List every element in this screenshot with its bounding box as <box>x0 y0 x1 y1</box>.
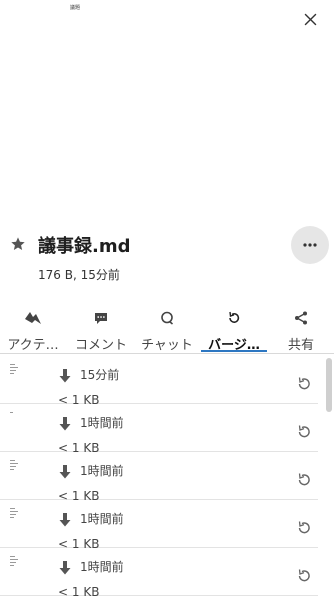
star-icon[interactable] <box>10 236 26 252</box>
tab-sharing[interactable]: 共有 <box>270 302 332 354</box>
list-item[interactable]: 1時間前 < 1 KB <box>0 404 318 455</box>
version-thumbnail <box>10 508 20 528</box>
version-time: 1時間前 <box>80 464 124 478</box>
restore-icon[interactable] <box>296 520 312 536</box>
version-size: < 1 KB <box>58 585 100 599</box>
sidebar-tabs: アクテ… コメント チャット バージ… 共有 <box>0 302 334 354</box>
restore-icon[interactable] <box>296 568 312 584</box>
more-options-button[interactable] <box>291 226 329 264</box>
version-thumbnail <box>10 556 20 576</box>
download-icon[interactable] <box>58 416 72 432</box>
download-icon[interactable] <box>58 464 72 480</box>
tab-label: アクテ… <box>7 338 59 353</box>
share-icon <box>295 311 307 325</box>
tab-chat[interactable]: チャット <box>136 302 198 354</box>
version-time: 1時間前 <box>80 560 124 574</box>
close-button[interactable] <box>298 8 322 30</box>
version-time: 15分前 <box>80 368 120 382</box>
restore-icon[interactable] <box>296 424 312 440</box>
active-tab-indicator <box>201 350 267 352</box>
version-thumbnail <box>10 460 20 480</box>
version-thumbnail <box>10 412 20 432</box>
tab-label: チャット <box>141 338 193 353</box>
file-preview: 議題 <box>0 0 334 222</box>
list-item[interactable]: 1時間前 < 1 KB <box>0 452 318 503</box>
file-meta: 176 B, 15分前 <box>38 268 120 282</box>
download-icon[interactable] <box>58 368 72 384</box>
version-thumbnail <box>10 364 20 384</box>
tab-label: 共有 <box>287 338 314 353</box>
list-item[interactable]: 1時間前 < 1 KB <box>0 500 318 551</box>
download-icon[interactable] <box>58 560 72 576</box>
file-header: 議事録.md 176 B, 15分前 <box>0 222 334 292</box>
tab-versions[interactable]: バージ… <box>201 302 267 354</box>
comment-icon <box>95 312 107 324</box>
preview-title: 議題 <box>70 5 81 11</box>
list-item[interactable]: 15分前 < 1 KB <box>0 356 318 407</box>
version-time: 1時間前 <box>80 512 124 526</box>
version-list: 15分前 < 1 KB 1時間前 < 1 KB 1時間前 < 1 KB 1時間前… <box>0 356 334 609</box>
history-icon <box>229 311 240 323</box>
tab-label: コメント <box>74 338 127 353</box>
scrollbar[interactable] <box>326 358 332 412</box>
file-name: 議事録.md <box>38 236 131 257</box>
list-item[interactable]: 1時間前 < 1 KB <box>0 548 318 599</box>
tab-activity[interactable]: アクテ… <box>0 302 66 354</box>
close-icon <box>304 13 316 25</box>
chat-icon <box>161 311 174 325</box>
version-time: 1時間前 <box>80 416 124 430</box>
activity-icon <box>25 312 41 324</box>
more-icon <box>303 243 317 247</box>
download-icon[interactable] <box>58 512 72 528</box>
restore-icon[interactable] <box>296 472 312 488</box>
tab-comments[interactable]: コメント <box>68 302 134 354</box>
restore-icon[interactable] <box>296 376 312 392</box>
